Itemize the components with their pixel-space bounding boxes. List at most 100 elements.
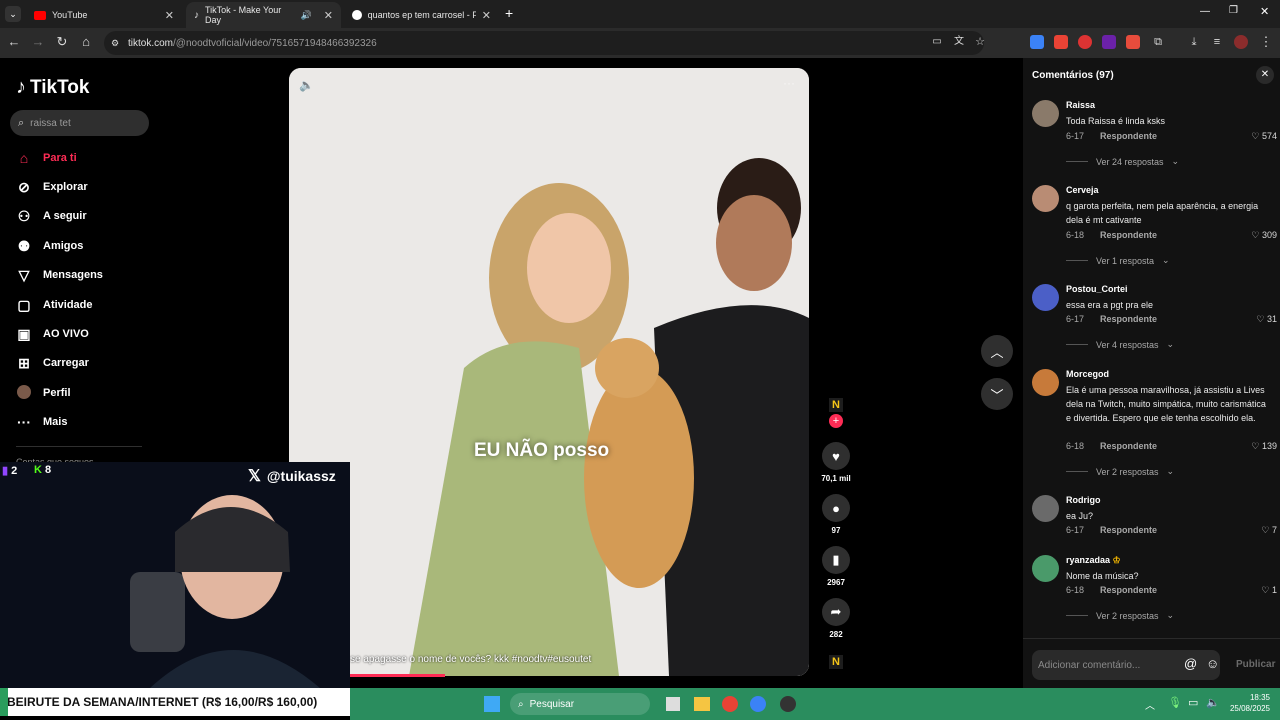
tiktok-logo[interactable]: ♪ TikTok [16, 76, 89, 99]
avatar[interactable] [1032, 495, 1059, 522]
comment-like[interactable]: ♡ 139 [1251, 441, 1277, 452]
network-icon[interactable]: ▭ [1188, 696, 1198, 709]
tab-tiktok[interactable]: ♪ TikTok - Make Your Day 🔊 ✕ [186, 2, 341, 28]
app-icon[interactable] [780, 696, 796, 712]
forward-icon[interactable]: → [30, 34, 46, 50]
previous-video-button[interactable]: ︿ [981, 335, 1013, 367]
view-replies-button[interactable]: Ver 1 resposta ⌄ [1066, 255, 1170, 266]
comment-user[interactable]: Postou_Cortei [1066, 284, 1128, 294]
extension-icon[interactable] [1126, 35, 1140, 49]
sidebar-item-carregar[interactable]: ⊞ Carregar [16, 352, 89, 374]
avatar[interactable] [1032, 555, 1059, 582]
clock[interactable]: 18:35 25/08/2025 [1226, 692, 1270, 714]
media-control-icon[interactable]: ≡ [1209, 34, 1225, 50]
view-replies-button[interactable]: Ver 2 respostas ⌄ [1066, 610, 1174, 621]
extension-icon[interactable] [1102, 35, 1116, 49]
reply-button[interactable]: Respondente [1100, 314, 1157, 324]
speaker-icon[interactable]: 🔊 [301, 10, 312, 21]
comment-like[interactable]: ♡ 574 [1251, 131, 1277, 142]
reply-button[interactable]: Respondente [1100, 441, 1157, 451]
share-button[interactable]: ➦ 282 [821, 598, 851, 639]
sidebar-item-mais[interactable]: ··· Mais [16, 411, 67, 433]
app-icon[interactable] [750, 696, 766, 712]
reply-button[interactable]: Respondente [1100, 585, 1157, 595]
sidebar-item-perfil[interactable]: Perfil [16, 382, 71, 404]
emoji-icon[interactable]: ☺ [1206, 656, 1219, 671]
close-tab-icon[interactable]: ✕ [324, 9, 333, 22]
home-icon[interactable]: ⌂ [78, 34, 94, 50]
comment-like[interactable]: ♡ 31 [1256, 314, 1277, 325]
comment-button[interactable]: ● 97 [821, 494, 851, 535]
sidebar-item-mensagens[interactable]: ▽ Mensagens [16, 264, 103, 286]
close-window-icon[interactable]: ✕ [1260, 5, 1269, 18]
tray-chevron-icon[interactable]: ︿ [1145, 697, 1155, 712]
view-replies-button[interactable]: Ver 24 respostas ⌄ [1066, 156, 1179, 167]
taskview-icon[interactable] [666, 697, 680, 711]
maximize-icon[interactable]: ❐ [1229, 5, 1238, 16]
tab-youtube[interactable]: YouTube ✕ [26, 2, 182, 28]
search-input[interactable]: ⌕ raissa tet [10, 110, 149, 136]
avatar[interactable] [1032, 100, 1059, 127]
comment-user[interactable]: Raissa [1066, 100, 1095, 110]
sidebar-item-atividade[interactable]: ▢ Atividade [16, 294, 92, 316]
extension-icon[interactable] [1078, 35, 1092, 49]
back-icon[interactable]: ← [6, 34, 22, 50]
sidebar-item-a-seguir[interactable]: ⚇ A seguir [16, 205, 87, 227]
volume-icon[interactable]: 🔈 [1206, 696, 1220, 709]
creator-avatar[interactable]: N [829, 398, 843, 412]
download-icon[interactable]: ⤓ [1186, 34, 1202, 50]
reply-button[interactable]: Respondente [1100, 131, 1157, 141]
tab-search[interactable]: quantos ep tem carrosel - Pesq ✕ [344, 2, 499, 28]
cast-icon[interactable]: ▭ [929, 34, 945, 50]
follow-plus-icon[interactable]: + [829, 414, 843, 428]
close-comments-icon[interactable]: ✕ [1256, 66, 1274, 84]
like-button[interactable]: ♥ 70,1 mil [821, 442, 851, 483]
video-more-icon[interactable]: ··· [783, 76, 795, 90]
mention-icon[interactable]: @ [1184, 656, 1197, 671]
profile-avatar-icon[interactable] [1234, 35, 1248, 49]
close-tab-icon[interactable]: ✕ [482, 9, 491, 22]
sidebar-item-ao-vivo[interactable]: ▣ AO VIVO [16, 323, 88, 345]
sidebar-item-amigos[interactable]: ⚉ Amigos [16, 235, 84, 257]
file-explorer-icon[interactable] [694, 697, 710, 711]
avatar[interactable] [1032, 185, 1059, 212]
site-info-icon[interactable]: ⚙ [111, 38, 119, 49]
reply-button[interactable]: Respondente [1100, 525, 1157, 535]
comment-user[interactable]: Morcegod [1066, 369, 1109, 379]
browser-menu-icon[interactable]: ⋮ [1258, 34, 1274, 50]
tab-list-button[interactable]: ⌄ [5, 6, 21, 22]
comment-user[interactable]: Rodrigo [1066, 495, 1101, 505]
taskbar-search[interactable]: ⌕ Pesquisar [510, 693, 650, 715]
save-button[interactable]: ▮ 2967 [821, 546, 851, 587]
new-tab-button[interactable]: + [505, 5, 513, 21]
extension-icon[interactable] [1054, 35, 1068, 49]
comment-user[interactable]: ryanzadaa ♔ [1066, 555, 1121, 566]
close-tab-icon[interactable]: ✕ [165, 9, 174, 22]
video-progress-bar[interactable] [350, 674, 445, 677]
minimize-icon[interactable]: — [1200, 6, 1210, 17]
extension-icon[interactable] [1030, 35, 1044, 49]
avatar[interactable] [1032, 369, 1059, 396]
mute-icon[interactable]: 🔈 [299, 78, 314, 92]
mic-icon[interactable]: 🎙 [1168, 696, 1182, 709]
post-comment-button[interactable]: Publicar [1236, 659, 1275, 670]
comment-like[interactable]: ♡ 309 [1251, 230, 1277, 241]
sidebar-item-explorar[interactable]: ⊘ Explorar [16, 176, 88, 198]
sidebar-item-para-ti[interactable]: ⌂ Para ti [16, 147, 77, 169]
video-player[interactable]: 🔈 ··· [289, 68, 809, 676]
translate-icon[interactable]: 文 [951, 34, 967, 50]
address-bar[interactable]: ⚙ tiktok.com/@noodtvoficial/video/751657… [104, 31, 984, 55]
reload-icon[interactable]: ↻ [54, 34, 70, 50]
comment-like[interactable]: ♡ 7 [1261, 525, 1277, 536]
extensions-puzzle-icon[interactable]: ⧉ [1150, 34, 1166, 50]
next-video-button[interactable]: ﹀ [981, 378, 1013, 410]
comment-like[interactable]: ♡ 1 [1261, 585, 1277, 596]
chrome-icon[interactable] [722, 696, 738, 712]
view-replies-button[interactable]: Ver 2 respostas ⌄ [1066, 466, 1174, 477]
view-replies-button[interactable]: Ver 4 respostas ⌄ [1066, 339, 1174, 350]
reply-button[interactable]: Respondente [1100, 230, 1157, 240]
windows-start-icon[interactable] [484, 696, 500, 712]
comment-user[interactable]: Cerveja [1066, 185, 1099, 195]
sound-disc-icon[interactable]: N [829, 655, 843, 669]
avatar[interactable] [1032, 284, 1059, 311]
